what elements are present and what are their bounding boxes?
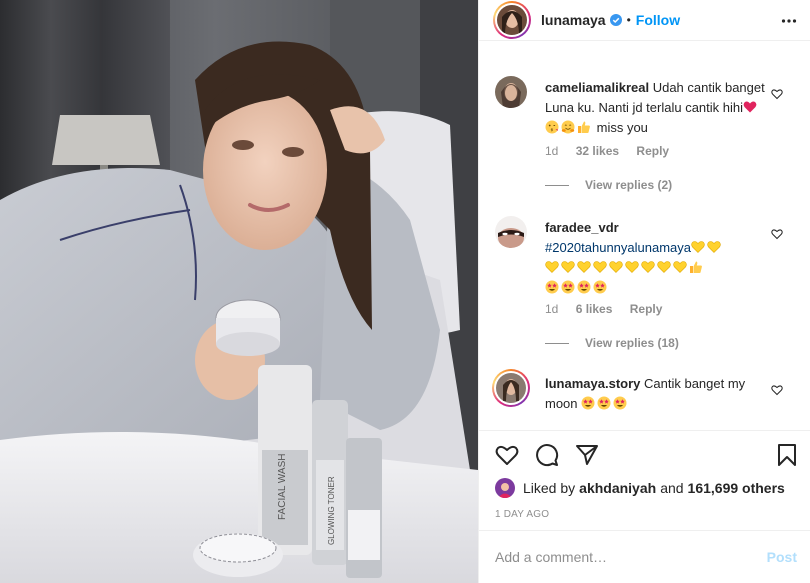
verified-badge-icon [609,14,622,26]
emoji-line [545,280,609,295]
liked-by-prefix: Liked by [523,480,576,496]
like-heart-icon[interactable] [495,443,519,467]
star-struck-emoji-icon [581,396,595,410]
author-avatar-image [497,5,527,35]
comment-hashtag-link[interactable]: #2020tahunnyalunamaya [545,240,691,255]
like-comment-heart-icon[interactable] [771,228,783,240]
hugging-face-emoji-icon [561,120,575,134]
comment-bubble-icon[interactable] [535,443,559,467]
follow-button[interactable]: Follow [636,12,680,28]
comment-body-cont: moon [545,396,578,411]
post-side-panel: lunamaya • Follow cameliamalikreal Udah … [478,0,810,583]
star-struck-emoji-icon [613,396,627,410]
post-header: lunamaya • Follow [479,0,810,41]
yellow-heart-emoji-icon [673,261,687,273]
star-struck-emoji-icon [577,280,591,294]
star-struck-emoji-icon [593,280,607,294]
comment-likes[interactable]: 6 likes [576,302,613,316]
liker-avatar-image [495,478,515,498]
commenter-avatar[interactable] [492,369,530,407]
comment-body-after: miss you [596,120,648,135]
liked-by-row: Liked by akhdaniyah and 161,699 others [495,478,785,498]
bottle1-label: FACIAL WASH [277,454,288,521]
more-options-icon[interactable] [781,13,797,29]
liker-avatar[interactable] [495,478,515,498]
comment-username[interactable]: cameliamalikreal [545,80,649,95]
yellow-heart-emoji-icon [657,261,671,273]
commenter-avatar-image [495,76,527,108]
add-comment-input[interactable] [495,549,767,565]
comment-meta: 1d 32 likes Reply [545,144,683,158]
star-struck-emoji-icon [545,280,559,294]
comment-likes[interactable]: 32 likes [576,144,619,158]
commenter-avatar-image [496,373,526,403]
comment-body: Cantik banget my [644,376,746,391]
post-timestamp[interactable]: 1 DAY AGO [495,509,549,520]
thumbs-up-emoji-icon [690,261,702,273]
star-struck-emoji-icon [561,280,575,294]
like-comment-heart-icon[interactable] [771,88,783,100]
emoji-line [545,260,705,275]
add-comment-bar: Post [479,530,810,583]
yellow-heart-emoji-icon [561,261,575,273]
commenter-avatar[interactable] [495,76,527,108]
comment-age[interactable]: 1d [545,302,558,316]
view-replies-label: View replies (2) [585,178,673,192]
likes-count[interactable]: 161,699 others [688,480,785,496]
comment-meta: 1d 6 likes Reply [545,302,676,316]
yellow-heart-emoji-icon [707,241,721,253]
post-actions: Liked by akhdaniyah and 161,699 others 1… [479,430,810,528]
yellow-heart-emoji-icon [545,261,559,273]
post-photo-image: FACIAL WASH GLOWING TONER [0,0,478,583]
replies-divider-line [545,342,569,344]
header-separator: • [626,13,631,27]
view-replies-button[interactable]: View replies (18) [545,336,679,350]
view-replies-button[interactable]: View replies (2) [545,178,672,192]
author-username[interactable]: lunamaya [541,12,606,28]
view-replies-label: View replies (18) [585,336,679,350]
share-send-icon[interactable] [575,443,599,467]
yellow-heart-emoji-icon [691,241,705,253]
comments-list[interactable]: cameliamalikreal Udah cantik banget Luna… [479,42,810,430]
thumbs-up-emoji-icon [578,121,590,133]
yellow-heart-emoji-icon [609,261,623,273]
kissing-face-emoji-icon [545,120,559,134]
yellow-heart-emoji-icon [641,261,655,273]
yellow-heart-emoji-icon [593,261,607,273]
post-photo[interactable]: FACIAL WASH GLOWING TONER [0,0,478,583]
comment-text: cameliamalikreal Udah cantik banget Luna… [545,78,770,138]
post-comment-button[interactable]: Post [767,549,797,565]
liked-by-conj: and [660,480,684,496]
save-bookmark-icon[interactable] [775,443,799,467]
star-struck-emoji-icon [597,396,611,410]
comment-reply-button[interactable]: Reply [630,302,663,316]
comment-age[interactable]: 1d [545,144,558,158]
liker-username[interactable]: akhdaniyah [579,480,656,496]
comment-username[interactable]: faradee_vdr [545,220,619,235]
yellow-heart-emoji-icon [577,261,591,273]
comment-username[interactable]: lunamaya.story [545,376,640,391]
commenter-avatar[interactable] [495,216,527,248]
commenter-avatar-image [495,216,527,248]
like-comment-heart-icon[interactable] [771,384,783,396]
replies-divider-line [545,184,569,186]
comment-text: lunamaya.story Cantik banget my moon [545,374,770,414]
bottle2-label: GLOWING TONER [327,476,336,545]
author-avatar[interactable] [493,1,531,39]
comment-text: faradee_vdr #2020tahunnyalunamaya [545,218,770,298]
red-heart-emoji-icon [743,101,757,113]
comment-reply-button[interactable]: Reply [636,144,669,158]
yellow-heart-emoji-icon [625,261,639,273]
